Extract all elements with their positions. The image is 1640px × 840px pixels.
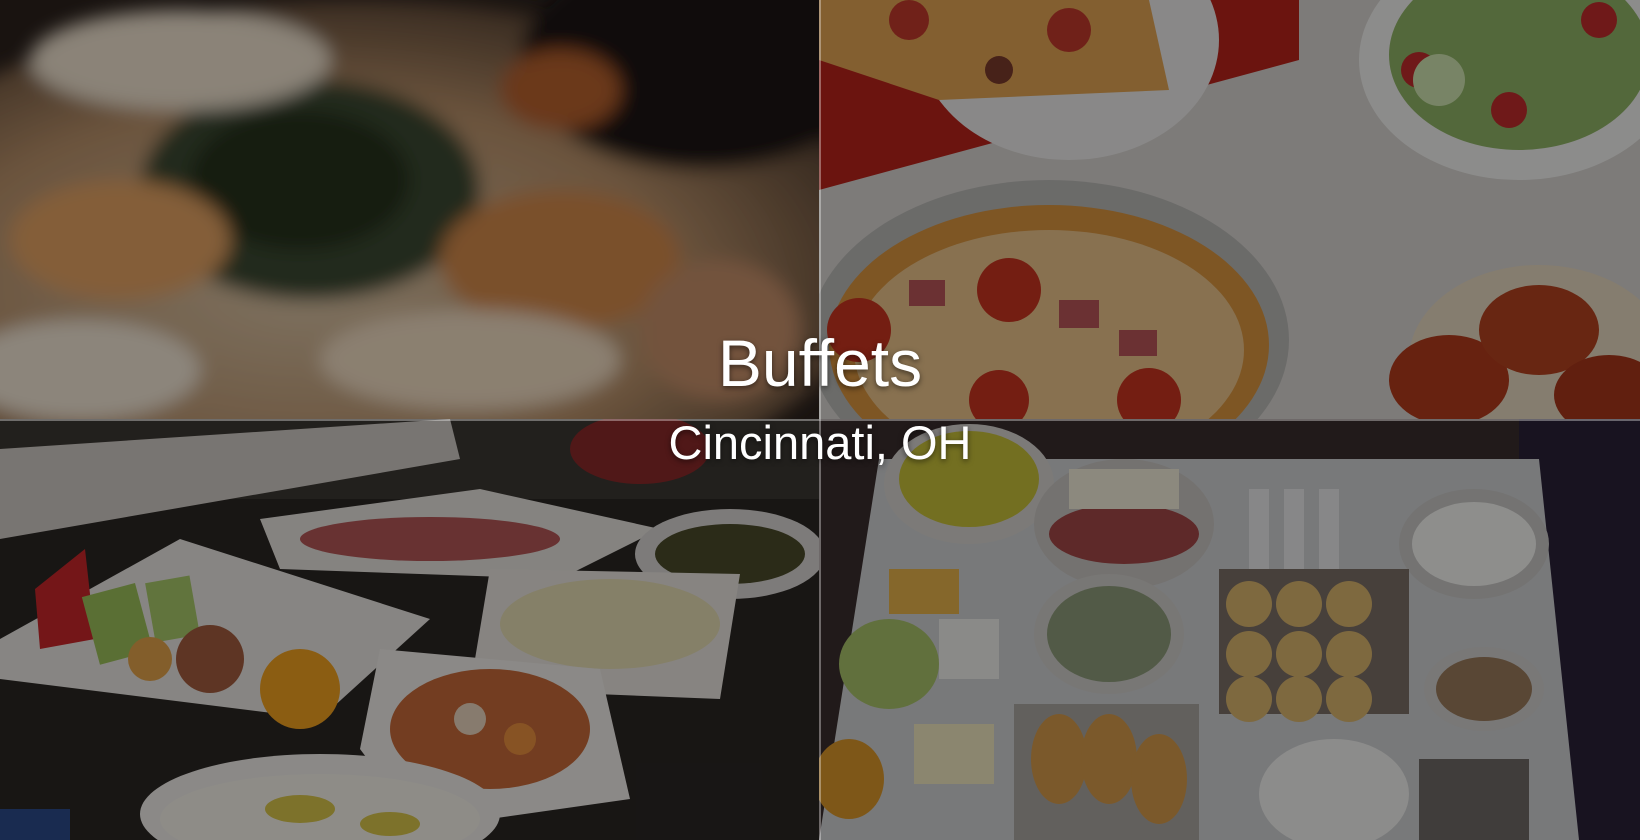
horizontal-divider: [0, 419, 1640, 421]
hero-banner: Buffets Cincinnati, OH: [0, 0, 1640, 840]
